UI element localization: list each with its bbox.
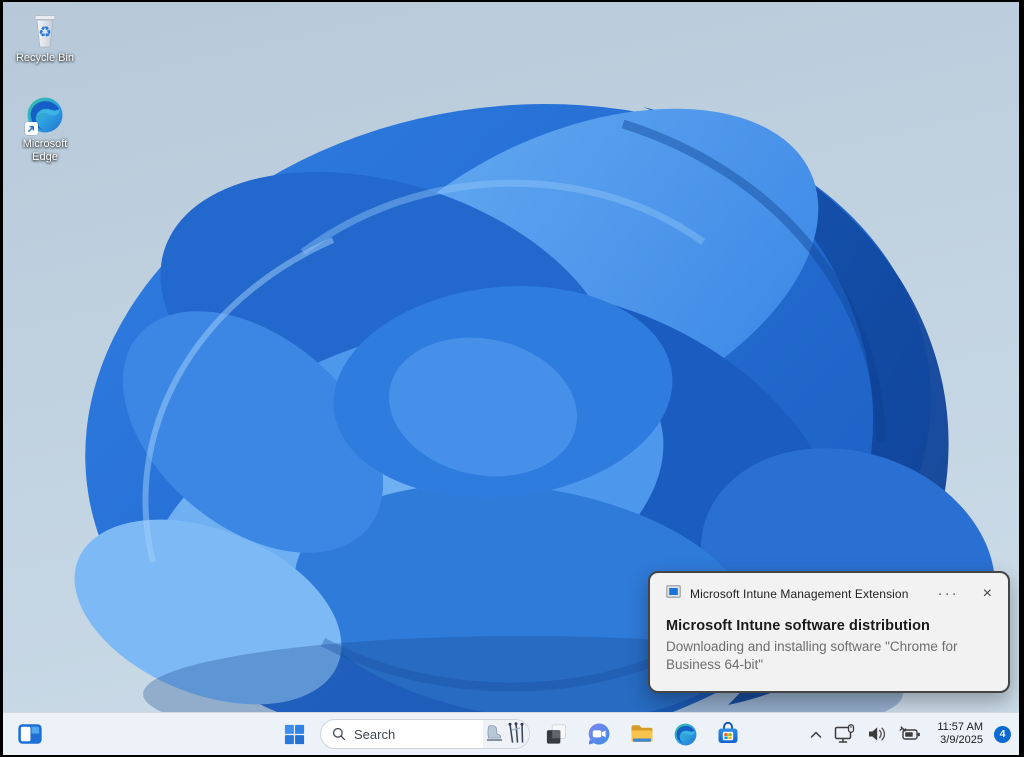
desktop: ♻ Recycle Bin Microsoft Edge <box>3 2 1019 755</box>
desktop-icon-recycle-bin[interactable]: ♻ Recycle Bin <box>9 8 81 65</box>
search-highlight-image <box>483 720 529 748</box>
microsoft-edge-icon <box>24 94 66 136</box>
volume-button[interactable] <box>863 719 892 749</box>
tray-time: 11:57 AM <box>937 721 983 734</box>
task-view-button[interactable] <box>539 717 573 751</box>
widgets-button[interactable] <box>13 717 47 751</box>
close-icon[interactable]: × <box>965 587 994 601</box>
battery-charging-icon <box>899 725 922 743</box>
file-explorer-icon <box>629 721 655 747</box>
edge-button[interactable] <box>668 717 702 751</box>
more-options-icon[interactable]: ··· <box>932 589 965 599</box>
svg-text:♻: ♻ <box>38 23 51 41</box>
start-button[interactable] <box>277 717 311 751</box>
display-network-icon <box>834 724 856 744</box>
desktop-icon-microsoft-edge[interactable]: Microsoft Edge <box>9 94 81 163</box>
toast-app-name: Microsoft Intune Management Extension <box>690 587 908 601</box>
intune-app-icon <box>666 585 681 603</box>
microsoft-store-icon <box>715 721 741 747</box>
search-icon <box>332 727 346 741</box>
store-button[interactable] <box>711 717 745 751</box>
search-placeholder: Search <box>354 727 483 742</box>
hidden-icons-button[interactable] <box>805 719 827 749</box>
chevron-up-icon <box>809 729 823 740</box>
taskbar: Search <box>3 712 1019 755</box>
microsoft-edge-icon <box>673 722 698 747</box>
toast-notification: Microsoft Intune Management Extension ··… <box>648 571 1010 693</box>
toast-body: Downloading and installing software "Chr… <box>666 638 988 674</box>
toast-title: Microsoft Intune software distribution <box>666 618 994 634</box>
shortcut-arrow-icon <box>25 122 38 135</box>
desktop-icon-label: Microsoft Edge <box>13 138 77 163</box>
speaker-icon <box>867 725 888 743</box>
file-explorer-button[interactable] <box>625 717 659 751</box>
clock[interactable]: 11:57 AM 3/9/2025 <box>929 721 989 747</box>
battery-button[interactable] <box>895 719 926 749</box>
task-view-icon <box>544 722 569 747</box>
recycle-bin-icon: ♻ <box>24 8 66 50</box>
widgets-icon <box>16 720 44 748</box>
search-box[interactable]: Search <box>320 719 530 749</box>
start-icon <box>283 723 306 746</box>
notification-count-badge[interactable]: 4 <box>994 726 1011 743</box>
chat-button[interactable] <box>582 717 616 751</box>
chat-icon <box>586 721 612 747</box>
desktop-icon-label: Recycle Bin <box>16 52 74 65</box>
tray-date: 3/9/2025 <box>937 734 983 747</box>
display-network-button[interactable] <box>830 719 860 749</box>
